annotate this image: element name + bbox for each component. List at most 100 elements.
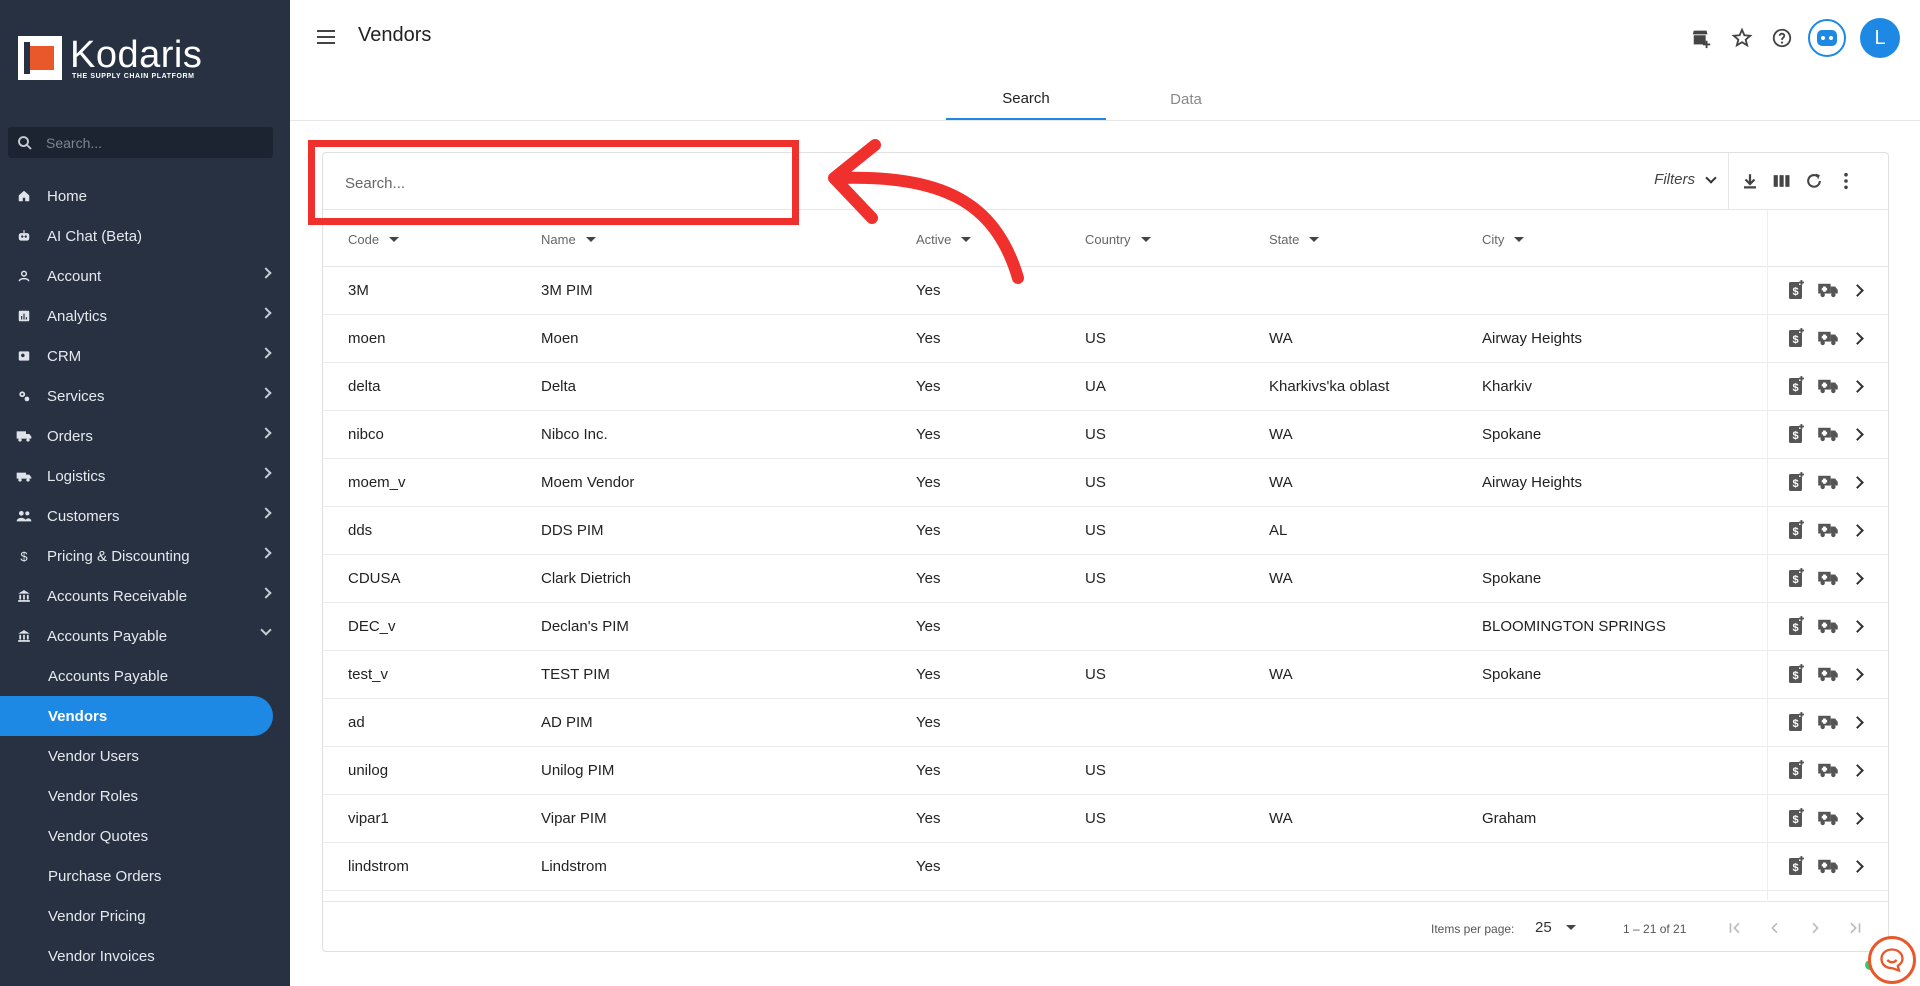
kodaris-logo[interactable]: Kodaris THE SUPPLY CHAIN PLATFORM bbox=[18, 36, 202, 80]
sidebar-subitem-vendor-invoices[interactable]: Vendor Invoices bbox=[0, 936, 290, 976]
page-size-select[interactable]: 25 bbox=[1535, 919, 1576, 936]
sidebar-subitem-accounts-payable[interactable]: Accounts Payable bbox=[0, 656, 290, 696]
pricing-document-icon[interactable]: $ bbox=[1785, 663, 1807, 685]
delivery-truck-icon[interactable] bbox=[1817, 711, 1839, 733]
sidebar-item-analytics[interactable]: Analytics bbox=[0, 296, 290, 336]
chevron-right-icon[interactable] bbox=[1851, 763, 1864, 777]
avatar[interactable]: L bbox=[1860, 18, 1900, 58]
delivery-truck-icon[interactable] bbox=[1817, 375, 1839, 397]
column-header-name[interactable]: Name bbox=[541, 232, 596, 247]
delivery-truck-icon[interactable] bbox=[1817, 663, 1839, 685]
sidebar-subitem-vendor-pricing[interactable]: Vendor Pricing bbox=[0, 896, 290, 936]
table-row[interactable]: moem_v Moem Vendor Yes US WA Airway Heights $ bbox=[323, 459, 1888, 507]
pricing-document-icon[interactable]: $ bbox=[1785, 327, 1807, 349]
sidebar-subitem-vendor-roles[interactable]: Vendor Roles bbox=[0, 776, 290, 816]
chevron-right-icon[interactable] bbox=[1851, 667, 1864, 681]
pricing-document-icon[interactable]: $ bbox=[1785, 567, 1807, 589]
chevron-right-icon[interactable] bbox=[1851, 571, 1864, 585]
delivery-truck-icon[interactable] bbox=[1817, 423, 1839, 445]
sidebar-item-ai-chat[interactable]: AI Chat (Beta) bbox=[0, 216, 290, 256]
table-row[interactable]: DEC_v Declan's PIM Yes BLOOMINGTON SPRINGS $ bbox=[323, 603, 1888, 651]
delivery-truck-icon[interactable] bbox=[1817, 759, 1839, 781]
sidebar-item-pricing-discounting[interactable]: $ Pricing & Discounting bbox=[0, 536, 290, 576]
table-row[interactable]: delta Delta Yes UA Kharkivs'ka oblast Kharkiv… bbox=[323, 363, 1888, 411]
chevron-right-icon[interactable] bbox=[1851, 475, 1864, 489]
help-icon[interactable] bbox=[1770, 26, 1794, 50]
first-page-icon[interactable] bbox=[1723, 916, 1747, 940]
table-row[interactable]: unilog Unilog PIM Yes US $ bbox=[323, 747, 1888, 795]
sidebar-item-crm[interactable]: CRM bbox=[0, 336, 290, 376]
delivery-truck-icon[interactable] bbox=[1817, 471, 1839, 493]
sidebar-item-customers[interactable]: Customers bbox=[0, 496, 290, 536]
add-store-icon[interactable] bbox=[1690, 26, 1714, 50]
sidebar-item-services[interactable]: Services bbox=[0, 376, 290, 416]
column-header-state[interactable]: State bbox=[1269, 232, 1320, 247]
pricing-document-icon[interactable]: $ bbox=[1785, 471, 1807, 493]
sidebar-item-orders[interactable]: Orders bbox=[0, 416, 290, 456]
delivery-truck-icon[interactable] bbox=[1817, 855, 1839, 877]
pricing-document-icon[interactable]: $ bbox=[1785, 855, 1807, 877]
table-row[interactable]: lindstrom Lindstrom Yes $ bbox=[323, 843, 1888, 891]
chevron-right-icon[interactable] bbox=[1851, 619, 1864, 633]
delivery-truck-icon[interactable] bbox=[1817, 327, 1839, 349]
chevron-right-icon[interactable] bbox=[1851, 859, 1864, 873]
chevron-right-icon[interactable] bbox=[1851, 523, 1864, 537]
pricing-document-icon[interactable]: $ bbox=[1785, 423, 1807, 445]
table-row[interactable]: CDUSA Clark Dietrich Yes US WA Spokane $ bbox=[323, 555, 1888, 603]
menu-icon[interactable] bbox=[317, 30, 335, 44]
sidebar-item-home[interactable]: Home bbox=[0, 176, 290, 216]
refresh-icon[interactable] bbox=[1802, 169, 1826, 193]
pricing-document-icon[interactable]: $ bbox=[1785, 759, 1807, 781]
column-header-active[interactable]: Active bbox=[916, 232, 972, 247]
pricing-document-icon[interactable]: $ bbox=[1785, 615, 1807, 637]
chevron-right-icon[interactable] bbox=[1851, 379, 1864, 393]
sidebar-item-accounts-payable[interactable]: Accounts Payable bbox=[0, 616, 290, 656]
pricing-document-icon[interactable]: $ bbox=[1785, 711, 1807, 733]
sidebar-subitem-vendors[interactable]: Vendors bbox=[0, 696, 273, 736]
delivery-truck-icon[interactable] bbox=[1817, 615, 1839, 637]
chevron-right-icon[interactable] bbox=[1851, 811, 1864, 825]
sidebar-subitem-vendor-users[interactable]: Vendor Users bbox=[0, 736, 290, 776]
sidebar-item-logistics[interactable]: Logistics bbox=[0, 456, 290, 496]
delivery-truck-icon[interactable] bbox=[1817, 567, 1839, 589]
last-page-icon[interactable] bbox=[1843, 916, 1867, 940]
sidebar-item-accounts-receivable[interactable]: Accounts Receivable bbox=[0, 576, 290, 616]
tab-search[interactable]: Search bbox=[946, 78, 1106, 120]
delivery-truck-icon[interactable] bbox=[1817, 519, 1839, 541]
filters-button[interactable]: Filters bbox=[1654, 171, 1717, 188]
column-header-country[interactable]: Country bbox=[1085, 232, 1151, 247]
columns-icon[interactable] bbox=[1770, 169, 1794, 193]
next-page-icon[interactable] bbox=[1803, 916, 1827, 940]
table-row[interactable]: vipar1 Vipar PIM Yes US WA Graham $ bbox=[323, 795, 1888, 843]
search-input[interactable] bbox=[345, 171, 765, 195]
table-row[interactable]: ad AD PIM Yes $ bbox=[323, 699, 1888, 747]
sidebar-search-input[interactable] bbox=[46, 134, 246, 151]
pricing-document-icon[interactable]: $ bbox=[1785, 375, 1807, 397]
table-row[interactable]: moen Moen Yes US WA Airway Heights $ bbox=[323, 315, 1888, 363]
pricing-document-icon[interactable]: $ bbox=[1785, 519, 1807, 541]
previous-page-icon[interactable] bbox=[1763, 916, 1787, 940]
chevron-right-icon[interactable] bbox=[1851, 283, 1864, 297]
tab-data[interactable]: Data bbox=[1106, 78, 1266, 120]
chevron-right-icon[interactable] bbox=[1851, 715, 1864, 729]
table-row[interactable]: test_v TEST PIM Yes US WA Spokane $ bbox=[323, 651, 1888, 699]
chevron-right-icon[interactable] bbox=[1851, 427, 1864, 441]
chevron-right-icon[interactable] bbox=[1851, 331, 1864, 345]
sidebar-item-account[interactable]: Account bbox=[0, 256, 290, 296]
column-header-code[interactable]: Code bbox=[348, 232, 400, 247]
download-icon[interactable] bbox=[1738, 169, 1762, 193]
delivery-truck-icon[interactable] bbox=[1817, 807, 1839, 829]
pricing-document-icon[interactable]: $ bbox=[1785, 807, 1807, 829]
delivery-truck-icon[interactable] bbox=[1817, 279, 1839, 301]
sidebar-search[interactable] bbox=[8, 127, 273, 158]
pricing-document-icon[interactable]: $ bbox=[1785, 279, 1807, 301]
table-row[interactable]: nibco Nibco Inc. Yes US WA Spokane $ bbox=[323, 411, 1888, 459]
star-icon[interactable] bbox=[1730, 26, 1754, 50]
more-vertical-icon[interactable] bbox=[1834, 169, 1858, 193]
sidebar-subitem-purchase-orders[interactable]: Purchase Orders bbox=[0, 856, 290, 896]
column-header-city[interactable]: City bbox=[1482, 232, 1525, 247]
table-row[interactable]: dds DDS PIM Yes US AL $ bbox=[323, 507, 1888, 555]
sidebar-subitem-vendor-quotes[interactable]: Vendor Quotes bbox=[0, 816, 290, 856]
ai-assistant-button[interactable] bbox=[1808, 19, 1846, 57]
support-chat-button[interactable] bbox=[1868, 936, 1916, 984]
